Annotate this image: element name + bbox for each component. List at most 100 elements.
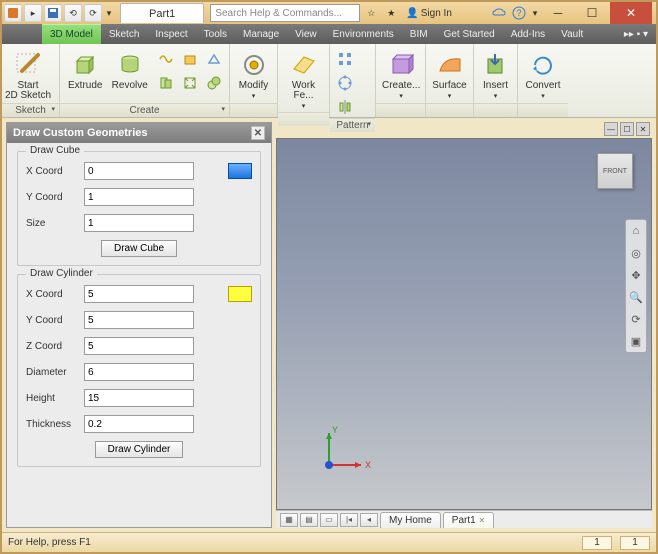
cube-y-label: Y Coord bbox=[26, 192, 84, 203]
tab-close-icon[interactable]: ✕ bbox=[478, 516, 485, 525]
view-mode-2[interactable]: ▤ bbox=[300, 513, 318, 527]
viewcube[interactable]: FRONT bbox=[597, 153, 633, 189]
nav-bar: ⌂ ◎ ✥ 🔍 ⟳ ▣ bbox=[625, 219, 647, 353]
tab-inspect[interactable]: Inspect bbox=[147, 24, 195, 44]
start-2d-sketch-button[interactable]: Start 2D Sketch bbox=[6, 48, 50, 103]
revolve-button[interactable]: Revolve bbox=[109, 48, 152, 93]
window-maximize-button[interactable]: ☐ bbox=[576, 2, 608, 24]
qat-redo-icon[interactable]: ⟳ bbox=[84, 4, 102, 22]
tab-get-started[interactable]: Get Started bbox=[436, 24, 503, 44]
help-dropdown-icon[interactable]: ▾ bbox=[530, 4, 540, 22]
cyl-x-input[interactable] bbox=[84, 285, 194, 303]
pattern-circ-button[interactable] bbox=[334, 72, 356, 94]
pattern-mirror-button[interactable] bbox=[334, 96, 356, 118]
qat-dropdown-icon[interactable]: ▾ bbox=[104, 4, 114, 22]
cyl-z-label: Z Coord bbox=[26, 341, 84, 352]
viewport-close-button[interactable]: ✕ bbox=[636, 122, 650, 136]
viewport-maximize-button[interactable]: ☐ bbox=[620, 122, 634, 136]
work-features-button[interactable]: Work Fe...▾ bbox=[282, 48, 325, 112]
cyl-color-swatch[interactable] bbox=[228, 286, 252, 302]
draw-cube-group: Draw Cube X Coord Y Coord Size Draw bbox=[17, 151, 261, 266]
convert-button[interactable]: Convert▾ bbox=[522, 48, 564, 102]
tab-vault[interactable]: Vault bbox=[553, 24, 591, 44]
panel-workfe-title bbox=[278, 112, 329, 126]
tab-my-home[interactable]: My Home bbox=[380, 512, 441, 528]
insert-button[interactable]: Insert▾ bbox=[478, 48, 513, 102]
cube-y-input[interactable] bbox=[84, 188, 194, 206]
help-icon[interactable]: ? bbox=[510, 4, 528, 22]
panel-close-button[interactable]: ✕ bbox=[251, 126, 265, 140]
cube-color-swatch[interactable] bbox=[228, 163, 252, 179]
cloud-icon[interactable] bbox=[490, 4, 508, 22]
search-dropdown-icon[interactable]: ☆ bbox=[362, 4, 380, 22]
tab-3d-model[interactable]: 3D Model bbox=[42, 24, 101, 44]
window-close-button[interactable]: ✕ bbox=[610, 2, 652, 24]
qat-save-icon[interactable] bbox=[44, 4, 62, 22]
viewport-minimize-button[interactable]: — bbox=[604, 122, 618, 136]
create-tool-1[interactable] bbox=[155, 48, 177, 70]
cube-x-label: X Coord bbox=[26, 166, 84, 177]
create-freeform-button[interactable]: Create...▾ bbox=[380, 48, 422, 102]
nav-wheel-icon[interactable]: ◎ bbox=[628, 245, 644, 261]
custom-geometries-panel: Draw Custom Geometries ✕ Draw Cube X Coo… bbox=[6, 122, 272, 528]
qat-undo-icon[interactable]: ⟲ bbox=[64, 4, 82, 22]
surface-icon bbox=[435, 50, 465, 80]
ribbon: Start 2D Sketch Sketch▾ Extrude Revolve bbox=[2, 44, 656, 118]
cyl-t-label: Thickness bbox=[26, 419, 84, 430]
pattern-rect-button[interactable] bbox=[334, 48, 356, 70]
create-tool-6[interactable] bbox=[203, 72, 225, 94]
panel-pattern-title: Pattern▾ bbox=[330, 118, 375, 132]
cyl-y-input[interactable] bbox=[84, 311, 194, 329]
tab-bim[interactable]: BIM bbox=[402, 24, 436, 44]
extrude-button[interactable]: Extrude bbox=[64, 48, 107, 93]
create-tool-3[interactable] bbox=[203, 48, 225, 70]
create-tool-2[interactable] bbox=[179, 48, 201, 70]
model-viewport[interactable]: FRONT ⌂ ◎ ✥ 🔍 ⟳ ▣ X Y bbox=[276, 138, 652, 510]
cyl-z-input[interactable] bbox=[84, 337, 194, 355]
ribbon-tabstrip: 3D Model Sketch Inspect Tools Manage Vie… bbox=[2, 24, 656, 44]
cyl-d-input[interactable] bbox=[84, 363, 194, 381]
window-minimize-button[interactable]: ─ bbox=[542, 2, 574, 24]
search-input[interactable]: Search Help & Commands... bbox=[210, 4, 360, 22]
modify-button[interactable]: Modify▾ bbox=[234, 48, 273, 102]
cube-size-input[interactable] bbox=[84, 214, 194, 232]
tab-tools[interactable]: Tools bbox=[196, 24, 235, 44]
draw-cylinder-button[interactable]: Draw Cylinder bbox=[95, 441, 184, 458]
sign-in-link[interactable]: 👤Sign In bbox=[406, 8, 452, 19]
create-tool-5[interactable] bbox=[179, 72, 201, 94]
qat-open-icon[interactable]: ▸ bbox=[24, 4, 42, 22]
tab-environments[interactable]: Environments bbox=[325, 24, 402, 44]
axis-x-label: X bbox=[365, 460, 371, 470]
ribbon-overflow-icon[interactable]: ▸▸ ▪ ▾ bbox=[616, 24, 656, 44]
qat-app-icon[interactable] bbox=[4, 4, 22, 22]
view-first[interactable]: |◂ bbox=[340, 513, 358, 527]
cube-legend: Draw Cube bbox=[26, 145, 84, 156]
nav-home-icon[interactable]: ⌂ bbox=[628, 223, 644, 239]
tab-manage[interactable]: Manage bbox=[235, 24, 287, 44]
view-prev[interactable]: ◂ bbox=[360, 513, 378, 527]
cyl-t-input[interactable] bbox=[84, 415, 194, 433]
tab-sketch[interactable]: Sketch bbox=[101, 24, 148, 44]
svg-text:?: ? bbox=[516, 8, 521, 18]
tab-view[interactable]: View bbox=[287, 24, 325, 44]
cyl-legend: Draw Cylinder bbox=[26, 268, 97, 279]
cyl-h-input[interactable] bbox=[84, 389, 194, 407]
panel-sketch-title: Sketch▾ bbox=[2, 103, 59, 117]
view-mode-3[interactable]: ▭ bbox=[320, 513, 338, 527]
tab-add-ins[interactable]: Add-Ins bbox=[503, 24, 553, 44]
nav-pan-icon[interactable]: ✥ bbox=[628, 267, 644, 283]
document-tab[interactable]: Part1 bbox=[120, 3, 204, 23]
favorite-icon[interactable]: ★ bbox=[382, 4, 400, 22]
cube-x-input[interactable] bbox=[84, 162, 194, 180]
view-mode-1[interactable]: ▦ bbox=[280, 513, 298, 527]
nav-orbit-icon[interactable]: ⟳ bbox=[628, 311, 644, 327]
draw-cube-button[interactable]: Draw Cube bbox=[101, 240, 177, 257]
tab-part1[interactable]: Part1 ✕ bbox=[443, 512, 494, 528]
nav-lookat-icon[interactable]: ▣ bbox=[628, 333, 644, 349]
create-tool-4[interactable] bbox=[155, 72, 177, 94]
cyl-d-label: Diameter bbox=[26, 367, 84, 378]
sketch-icon bbox=[13, 50, 43, 80]
nav-zoom-icon[interactable]: 🔍 bbox=[628, 289, 644, 305]
surface-button[interactable]: Surface▾ bbox=[430, 48, 469, 102]
cube-size-label: Size bbox=[26, 218, 84, 229]
